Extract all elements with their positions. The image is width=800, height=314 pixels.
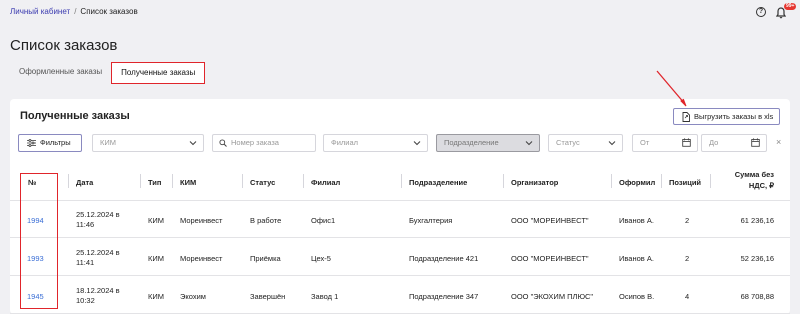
annotation-arrow (656, 70, 687, 107)
